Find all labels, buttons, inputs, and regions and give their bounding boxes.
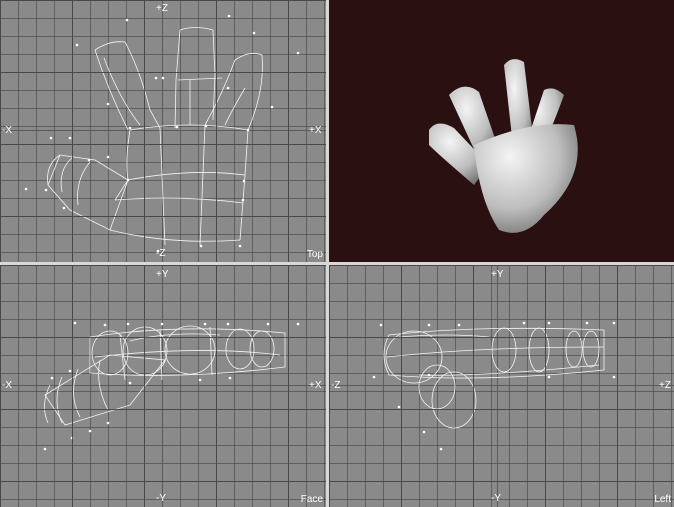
viewport-label-top: Top (306, 249, 323, 260)
viewport-separator-vertical[interactable] (326, 0, 329, 507)
viewport-separator-horizontal[interactable] (0, 262, 674, 265)
vertex-points-top (24, 14, 300, 253)
viewport-left[interactable]: +Y -Y -Z +Z Left (329, 265, 674, 507)
viewport-label-left: Left (654, 494, 671, 505)
vertex-points-left (372, 321, 616, 451)
hand-render (429, 59, 578, 233)
viewport-perspective[interactable] (329, 0, 674, 262)
viewport-label-face: Face (300, 494, 323, 505)
viewport-top[interactable]: +Z -Z -X +X Top (0, 0, 326, 262)
viewport-face[interactable]: +Y -Y -X +X Face (0, 265, 326, 507)
vertex-points-face (43, 321, 300, 451)
